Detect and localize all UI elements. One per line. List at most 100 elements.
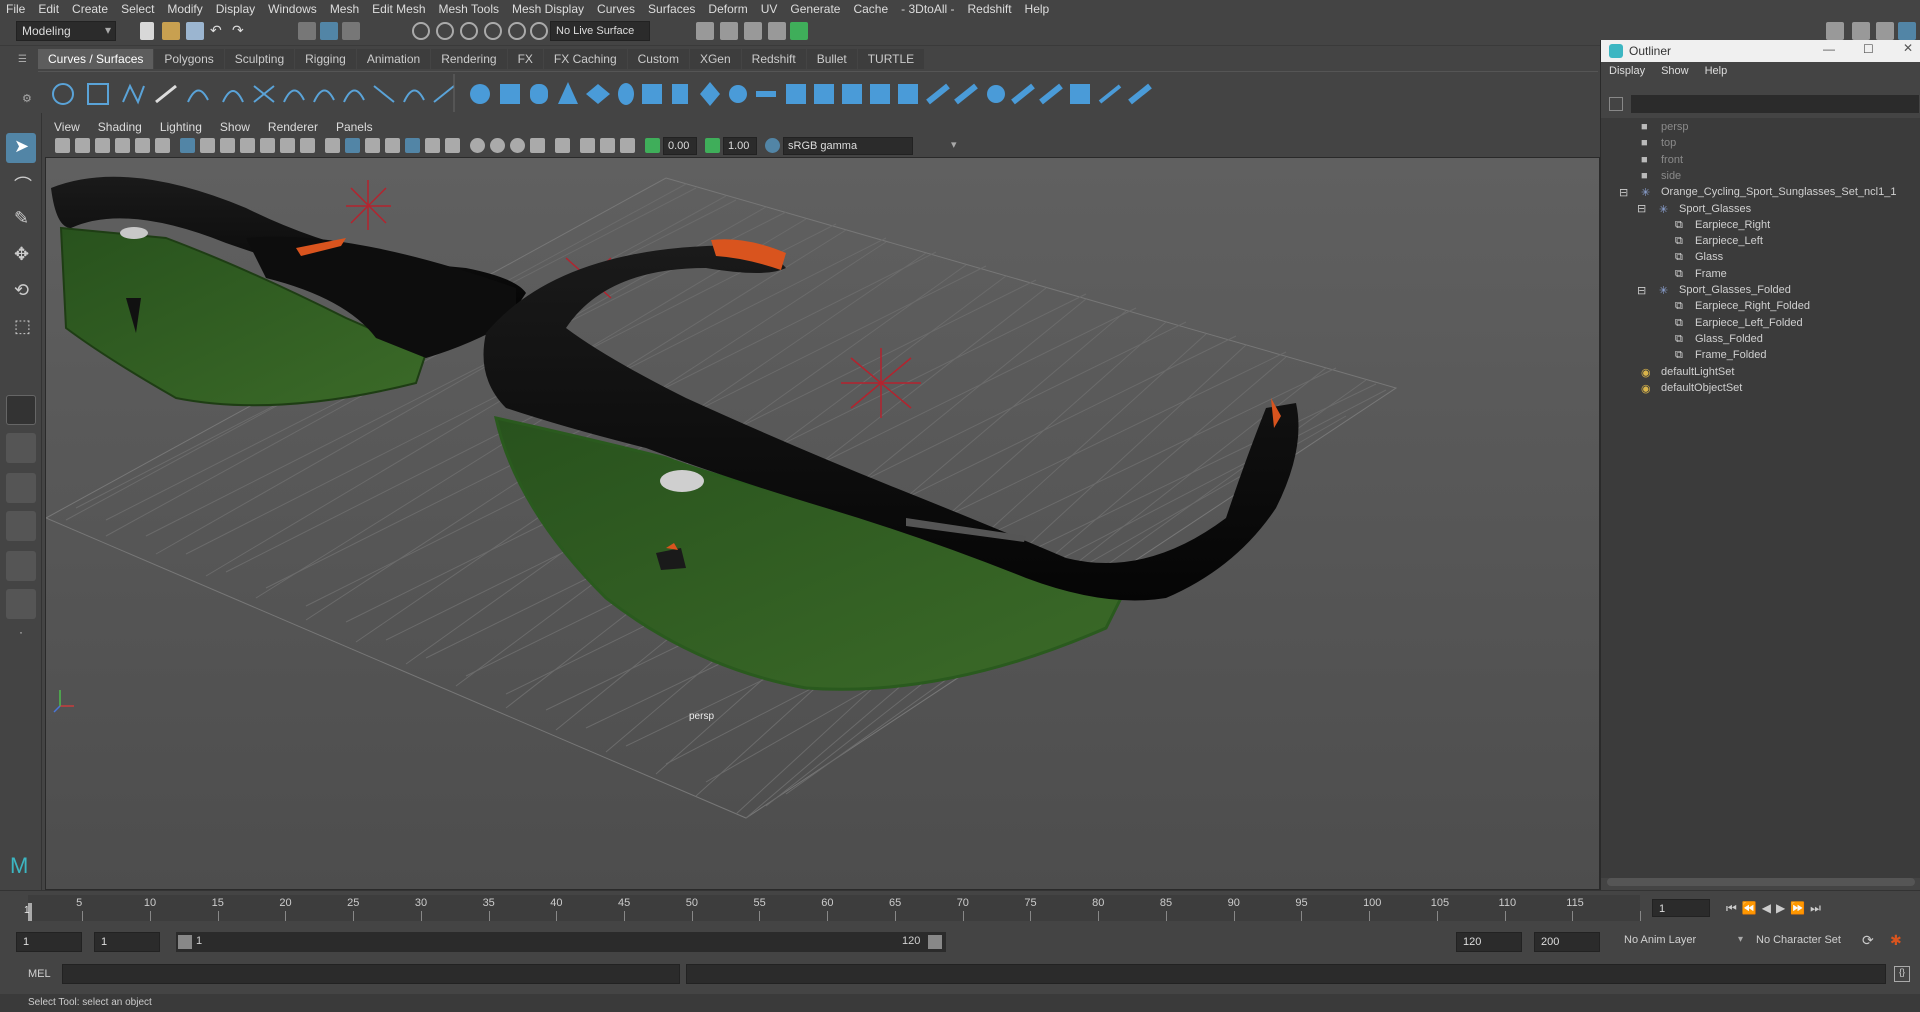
textured-icon[interactable] — [405, 138, 420, 153]
outliner-item[interactable]: ◉ defaultObjectSet — [1641, 379, 1742, 397]
panel-menu-lighting[interactable]: Lighting — [160, 120, 202, 134]
menu-3dtoall[interactable]: - 3DtoAll - — [901, 2, 954, 16]
collapse-icon[interactable]: ⊟ — [1637, 202, 1646, 215]
animation-end-field[interactable]: 200 — [1534, 932, 1600, 952]
close-icon[interactable]: ✕ — [1903, 41, 1913, 55]
smooth-shade-icon[interactable] — [345, 138, 360, 153]
animation-start-field[interactable]: 1 — [16, 932, 82, 952]
exposure-field[interactable]: 0.00 — [663, 137, 697, 155]
outliner-persp-layout-icon[interactable] — [6, 511, 36, 541]
snap-curve-icon[interactable] — [436, 22, 454, 40]
xray-components-icon[interactable] — [620, 138, 635, 153]
rotate-tool-icon[interactable]: ⟲ — [6, 277, 36, 307]
outliner-item[interactable]: ⧉ Frame_Folded — [1675, 346, 1767, 364]
outliner-item[interactable]: ⧉ Earpiece_Left — [1675, 232, 1763, 250]
redo-icon[interactable]: ↷ — [232, 22, 250, 40]
isolate-select-icon[interactable] — [555, 138, 570, 153]
camera-attributes-icon[interactable] — [75, 138, 90, 153]
outliner-item[interactable]: ⊟ ✳ Sport_Glasses — [1637, 200, 1751, 218]
panel-menu-view[interactable]: View — [54, 120, 80, 134]
live-surface-field[interactable]: No Live Surface — [550, 21, 650, 41]
gate-mask-icon[interactable] — [240, 138, 255, 153]
outliner-item[interactable]: ■ top — [1641, 134, 1676, 152]
menu-uv[interactable]: UV — [761, 2, 778, 16]
save-scene-icon[interactable] — [186, 22, 204, 40]
screen-space-ao-icon[interactable] — [470, 138, 485, 153]
channel-box-icon[interactable] — [1852, 22, 1870, 40]
playback-end-field[interactable]: 120 — [1456, 932, 1522, 952]
menu-edit-mesh[interactable]: Edit Mesh — [372, 2, 425, 16]
command-language-label[interactable]: MEL — [28, 968, 51, 980]
shelf-tab-turtle[interactable]: TURTLE — [857, 49, 925, 69]
paint-select-icon[interactable]: ✎ — [6, 205, 36, 235]
scale-tool-icon[interactable]: ⬚ — [6, 313, 36, 343]
character-set-dropdown[interactable]: No Character Set — [1756, 934, 1841, 946]
gamma-field[interactable]: 1.00 — [723, 137, 757, 155]
hypershade-icon[interactable] — [768, 22, 786, 40]
menu-cache[interactable]: Cache — [853, 2, 888, 16]
menu-modify[interactable]: Modify — [167, 2, 202, 16]
menu-select[interactable]: Select — [121, 2, 154, 16]
menu-file[interactable]: File — [6, 2, 25, 16]
antialiasing-icon[interactable] — [510, 138, 525, 153]
menu-curves[interactable]: Curves — [597, 2, 635, 16]
auto-key-icon[interactable]: ⟳ — [1862, 932, 1874, 949]
shelf-tab-rendering[interactable]: Rendering — [431, 49, 507, 69]
undo-icon[interactable]: ↶ — [210, 22, 228, 40]
outliner-item[interactable]: ⧉ Glass — [1675, 248, 1723, 266]
script-editor-icon[interactable]: {} — [1894, 966, 1910, 982]
shelf-tab-polygons[interactable]: Polygons — [154, 49, 224, 69]
outliner-item[interactable]: ⧉ Glass_Folded — [1675, 330, 1763, 348]
shelf-tab-sculpting[interactable]: Sculpting — [224, 49, 295, 69]
current-frame-field[interactable]: 1 — [1652, 899, 1710, 917]
menu-deform[interactable]: Deform — [708, 2, 747, 16]
menu-generate[interactable]: Generate — [790, 2, 840, 16]
resolution-gate-icon[interactable] — [220, 138, 235, 153]
shelf-tab-curves-surfaces[interactable]: Curves / Surfaces — [38, 49, 154, 69]
bookmark-icon[interactable] — [95, 138, 110, 153]
shelf-menu-icon[interactable]: ☰ — [18, 54, 30, 66]
outliner-menu-show[interactable]: Show — [1661, 65, 1689, 77]
hypershade-layout-icon[interactable] — [6, 589, 36, 619]
collapse-icon[interactable]: ⊟ — [1619, 186, 1628, 199]
shelf-tab-bullet[interactable]: Bullet — [806, 49, 857, 69]
snap-point-icon[interactable] — [460, 22, 478, 40]
shelf-tab-animation[interactable]: Animation — [356, 49, 431, 69]
outliner-item[interactable]: ■ side — [1641, 167, 1681, 185]
time-slider-track[interactable]: 5 10 15 20 25 30 35 40 45 50 55 60 65 70 75 80 85 90 95 100… — [28, 895, 1641, 921]
field-chart-icon[interactable] — [260, 138, 275, 153]
layout-icon[interactable] — [1826, 22, 1844, 40]
gamma-icon[interactable] — [705, 138, 720, 153]
film-gate-icon[interactable] — [200, 138, 215, 153]
render-icon[interactable] — [696, 22, 714, 40]
shelf-tab-redshift[interactable]: Redshift — [741, 49, 806, 69]
menu-mesh-display[interactable]: Mesh Display — [512, 2, 584, 16]
range-bar[interactable]: 1 120 — [176, 932, 946, 952]
view-transform-dropdown[interactable]: sRGB gamma — [783, 137, 913, 155]
range-start-handle[interactable] — [178, 935, 192, 949]
depth-of-field-icon[interactable] — [530, 138, 545, 153]
command-input[interactable] — [62, 964, 680, 984]
move-tool-icon[interactable]: ✥ — [6, 241, 36, 271]
shadows-icon[interactable] — [445, 138, 460, 153]
side-by-side-layout-icon[interactable] — [6, 473, 36, 503]
perspective-viewport[interactable]: persp — [45, 157, 1600, 890]
panel-menu-show[interactable]: Show — [220, 120, 250, 134]
menu-mesh[interactable]: Mesh — [330, 2, 359, 16]
panel-menu-renderer[interactable]: Renderer — [268, 120, 318, 134]
grease-pencil-icon[interactable] — [155, 138, 170, 153]
chevron-down-icon[interactable]: ▾ — [951, 138, 957, 151]
menu-edit[interactable]: Edit — [38, 2, 59, 16]
collapse-icon[interactable]: ⊟ — [1637, 284, 1646, 297]
motion-blur-icon[interactable] — [490, 138, 505, 153]
outliner-item[interactable]: ⊟ ✳ Orange_Cycling_Sport_Sunglasses_Set_nc… — [1619, 183, 1896, 201]
shelf-tab-custom[interactable]: Custom — [627, 49, 689, 69]
attribute-editor-icon[interactable] — [1876, 22, 1894, 40]
playback-start-field[interactable]: 1 — [94, 932, 160, 952]
graph-persp-layout-icon[interactable] — [6, 551, 36, 581]
shelf-tab-rigging[interactable]: Rigging — [295, 49, 356, 69]
outliner-item[interactable]: ◉ defaultLightSet — [1641, 363, 1734, 381]
new-scene-icon[interactable] — [140, 22, 154, 40]
image-plane-icon[interactable] — [115, 138, 130, 153]
snap-live-icon[interactable] — [530, 22, 548, 40]
